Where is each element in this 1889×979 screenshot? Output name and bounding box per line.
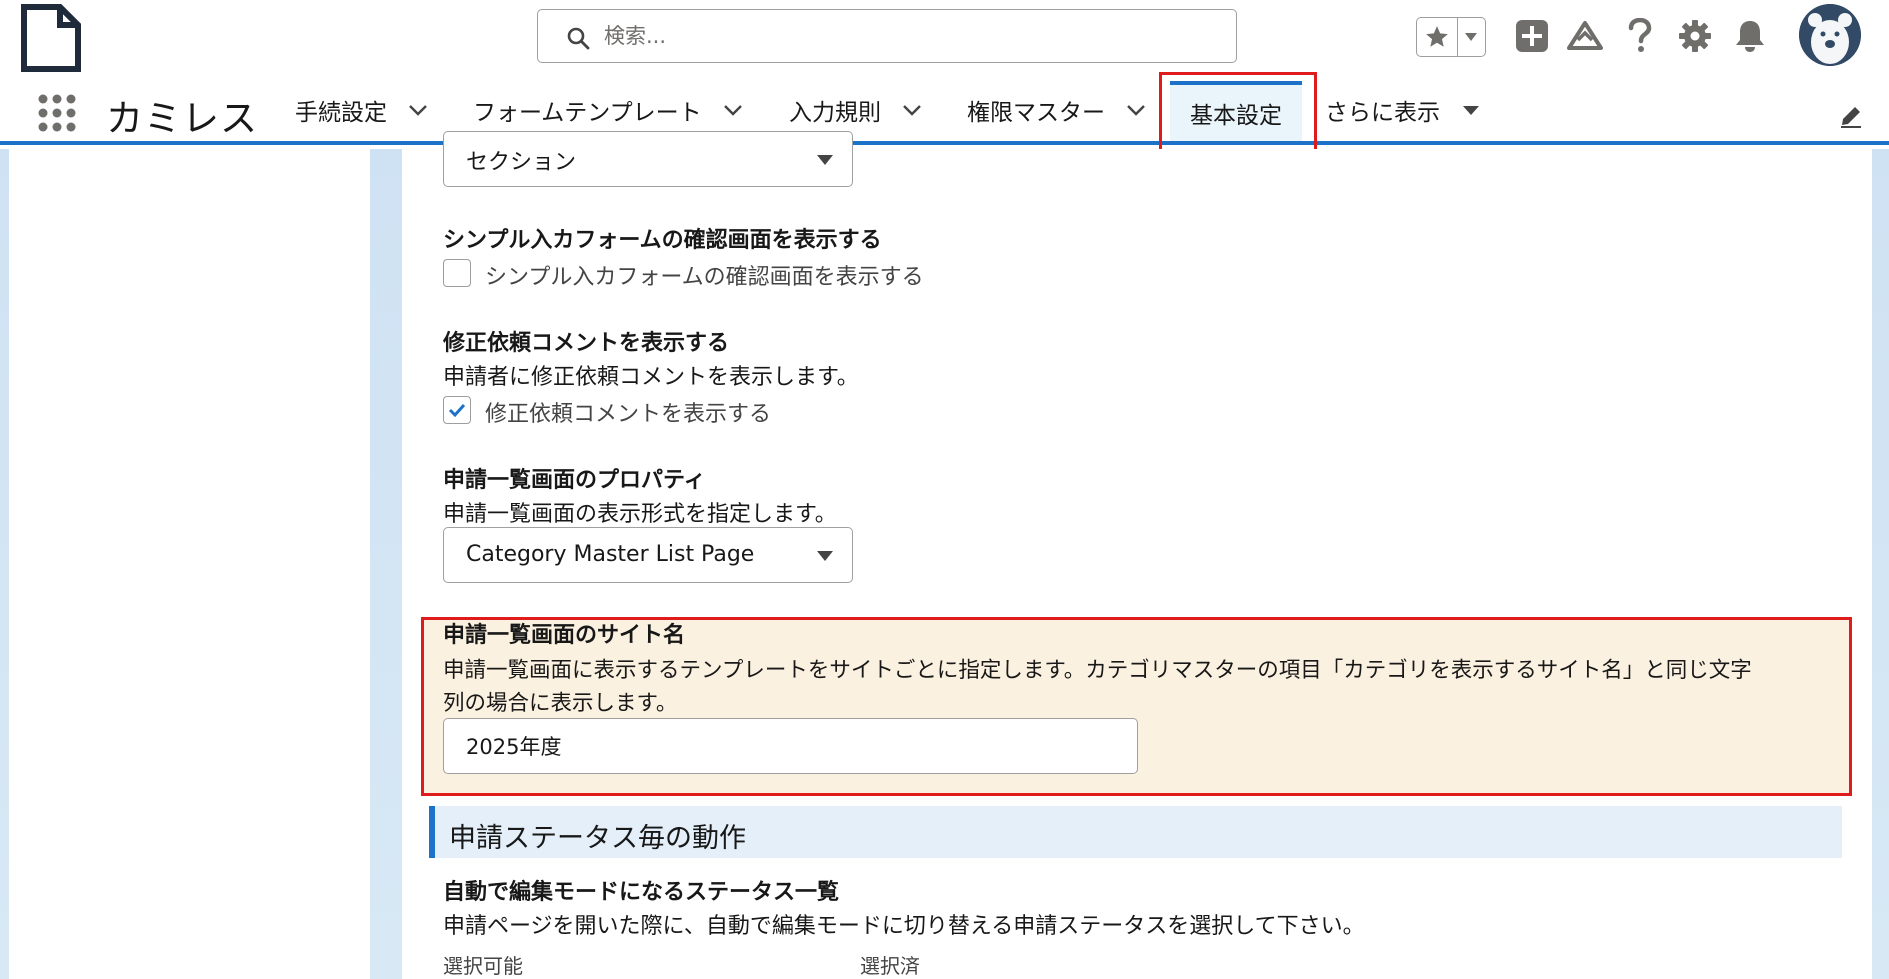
simple-confirm-checkbox[interactable]	[443, 259, 471, 287]
available-list-label: 選択可能	[443, 954, 523, 978]
site-name-input[interactable]	[443, 718, 1138, 774]
revision-comment-label: 修正依頼コメントを表示する	[443, 331, 730, 356]
search-icon	[567, 27, 590, 50]
caret-down-icon	[817, 155, 833, 165]
auto-edit-help: 申請ページを開いた際に、自動で編集モードに切り替える申請ステータスを選択して下さ…	[443, 914, 1365, 939]
list-property-select[interactable]: Category Master List Page	[443, 527, 853, 583]
chevron-down-icon[interactable]	[1125, 99, 1147, 121]
nav-item-label: 手続設定	[295, 99, 387, 126]
chevron-down-icon	[1465, 33, 1478, 41]
app-nav-bar: カミレス 手続設定 フォームテンプレート 入力規則 権限マスター 基本設定 さら…	[0, 78, 1889, 145]
revision-comment-checkbox-label[interactable]: 修正依頼コメントを表示する	[485, 396, 771, 428]
auto-edit-label: 自動で編集モードになるステータス一覧	[443, 880, 840, 905]
revision-comment-help: 申請者に修正依頼コメントを表示します。	[443, 365, 859, 390]
chevron-down-icon[interactable]	[407, 99, 429, 121]
list-property-help: 申請一覧画面の表示形式を指定します。	[443, 502, 837, 527]
gear-icon	[1679, 20, 1711, 52]
caret-down-icon	[1463, 105, 1479, 115]
favorites-menu-button[interactable]	[1458, 18, 1485, 56]
favorites-button-group	[1416, 17, 1486, 57]
help-icon	[1628, 18, 1652, 52]
avatar[interactable]	[1799, 4, 1861, 66]
nav-item-procedure-settings[interactable]: 手続設定	[295, 78, 429, 141]
site-name-help-line1: 申請一覧画面に表示するテンプレートをサイトごとに指定します。カテゴリマスターの項…	[443, 658, 1752, 683]
nav-highlight-annotation	[1159, 72, 1317, 155]
bell-icon	[1736, 21, 1764, 52]
plus-icon	[1516, 20, 1548, 52]
site-name-label: 申請一覧画面のサイト名	[443, 623, 686, 648]
caret-down-icon	[817, 551, 833, 561]
section-select[interactable]: セクション	[443, 131, 853, 187]
checkmark-icon	[448, 403, 466, 418]
user-avatar-icon	[1799, 4, 1861, 66]
notifications-button[interactable]	[1730, 16, 1770, 56]
site-name-help-line2: 列の場合に表示します。	[443, 691, 678, 716]
global-header	[0, 0, 1889, 78]
nav-item-label: フォームテンプレート	[473, 99, 702, 126]
global-actions-button[interactable]	[1512, 16, 1552, 56]
nav-item-label: 入力規則	[789, 99, 881, 126]
nav-item-label: 権限マスター	[967, 99, 1105, 126]
chevron-down-icon[interactable]	[901, 99, 923, 121]
app-launcher-icon[interactable]	[38, 94, 76, 132]
search-input[interactable]	[604, 22, 1204, 50]
file-icon[interactable]	[20, 4, 82, 72]
pencil-icon[interactable]	[1838, 103, 1864, 129]
chevron-down-icon[interactable]	[722, 99, 744, 121]
trailhead-button[interactable]	[1565, 16, 1605, 56]
nav-item-label: さらに表示	[1325, 99, 1440, 126]
nav-item-more[interactable]: さらに表示	[1325, 78, 1482, 141]
list-property-label: 申請一覧画面のプロパティ	[443, 468, 706, 493]
setup-button[interactable]	[1675, 16, 1715, 56]
left-panel	[9, 149, 370, 979]
star-icon	[1426, 26, 1448, 47]
list-property-select-value: Category Master List Page	[466, 542, 755, 567]
simple-confirm-checkbox-label[interactable]: シンプル入カフォームの確認画面を表示する	[485, 259, 924, 291]
global-search[interactable]	[537, 9, 1237, 63]
section-select-value: セクション	[466, 150, 577, 175]
revision-comment-checkbox[interactable]	[443, 396, 471, 424]
help-button[interactable]	[1620, 16, 1660, 56]
trailhead-icon	[1567, 21, 1603, 50]
favorite-star-button[interactable]	[1417, 18, 1458, 56]
status-section-header: 申請ステータス毎の動作	[429, 806, 1842, 858]
nav-item-permission-master[interactable]: 権限マスター	[967, 78, 1147, 141]
app-name: カミレス	[106, 97, 258, 140]
selected-list-label: 選択済	[860, 954, 920, 978]
status-section-title: 申請ステータス毎の動作	[449, 823, 746, 854]
simple-confirm-label: シンプル入カフォームの確認画面を表示する	[443, 228, 882, 253]
